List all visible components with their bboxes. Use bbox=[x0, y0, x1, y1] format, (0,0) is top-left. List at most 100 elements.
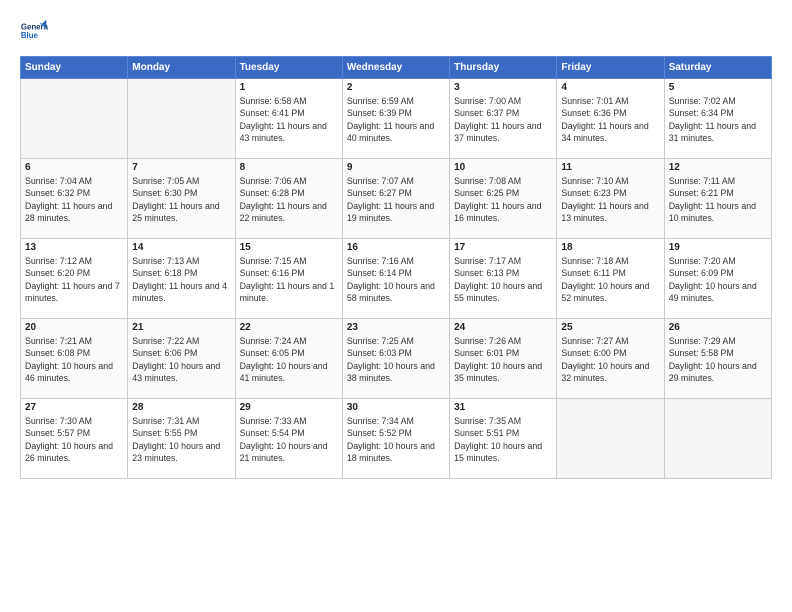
day-number: 21 bbox=[132, 322, 230, 333]
calendar-cell: 26 Sunrise: 7:29 AMSunset: 5:58 PMDayligh… bbox=[664, 319, 771, 399]
day-number: 17 bbox=[454, 242, 552, 253]
calendar-cell: 19 Sunrise: 7:20 AMSunset: 6:09 PMDayligh… bbox=[664, 239, 771, 319]
generalblue-icon: General Blue bbox=[20, 18, 48, 46]
calendar-week-1: 1 Sunrise: 6:58 AMSunset: 6:41 PMDaylight… bbox=[21, 79, 772, 159]
day-number: 26 bbox=[669, 322, 767, 333]
day-info: Sunrise: 7:11 AMSunset: 6:21 PMDaylight:… bbox=[669, 175, 767, 224]
calendar-cell: 9 Sunrise: 7:07 AMSunset: 6:27 PMDaylight… bbox=[342, 159, 449, 239]
day-info: Sunrise: 7:18 AMSunset: 6:11 PMDaylight:… bbox=[561, 255, 659, 304]
calendar-cell: 31Sunrise: 7:35 AMSunset: 5:51 PMDayligh… bbox=[450, 399, 557, 479]
calendar-cell: 11Sunrise: 7:10 AMSunset: 6:23 PMDayligh… bbox=[557, 159, 664, 239]
calendar-cell: 25Sunrise: 7:27 AMSunset: 6:00 PMDayligh… bbox=[557, 319, 664, 399]
calendar-cell bbox=[557, 399, 664, 479]
day-info: Sunrise: 7:22 AMSunset: 6:06 PMDaylight:… bbox=[132, 335, 230, 384]
calendar-cell: 23 Sunrise: 7:25 AMSunset: 6:03 PMDayligh… bbox=[342, 319, 449, 399]
calendar-cell: 18 Sunrise: 7:18 AMSunset: 6:11 PMDayligh… bbox=[557, 239, 664, 319]
calendar-cell: 22 Sunrise: 7:24 AMSunset: 6:05 PMDayligh… bbox=[235, 319, 342, 399]
calendar-week-5: 27 Sunrise: 7:30 AMSunset: 5:57 PMDayligh… bbox=[21, 399, 772, 479]
calendar-week-2: 6Sunrise: 7:04 AMSunset: 6:32 PMDaylight… bbox=[21, 159, 772, 239]
day-number: 16 bbox=[347, 242, 445, 253]
header: General Blue bbox=[20, 18, 772, 46]
day-info: Sunrise: 7:30 AMSunset: 5:57 PMDaylight:… bbox=[25, 415, 123, 464]
day-number: 23 bbox=[347, 322, 445, 333]
calendar-cell bbox=[128, 79, 235, 159]
calendar-cell: 29 Sunrise: 7:33 AMSunset: 5:54 PMDayligh… bbox=[235, 399, 342, 479]
svg-text:Blue: Blue bbox=[21, 31, 39, 40]
weekday-header-monday: Monday bbox=[128, 57, 235, 79]
day-info: Sunrise: 7:16 AMSunset: 6:14 PMDaylight:… bbox=[347, 255, 445, 304]
day-info: Sunrise: 7:20 AMSunset: 6:09 PMDaylight:… bbox=[669, 255, 767, 304]
day-info: Sunrise: 7:21 AMSunset: 6:08 PMDaylight:… bbox=[25, 335, 123, 384]
day-number: 5 bbox=[669, 82, 767, 93]
day-number: 19 bbox=[669, 242, 767, 253]
day-number: 28 bbox=[132, 402, 230, 413]
day-number: 8 bbox=[240, 162, 338, 173]
calendar-cell bbox=[664, 399, 771, 479]
calendar-cell: 3 Sunrise: 7:00 AMSunset: 6:37 PMDaylight… bbox=[450, 79, 557, 159]
day-info: Sunrise: 7:34 AMSunset: 5:52 PMDaylight:… bbox=[347, 415, 445, 464]
day-number: 24 bbox=[454, 322, 552, 333]
day-number: 1 bbox=[240, 82, 338, 93]
calendar-cell: 20 Sunrise: 7:21 AMSunset: 6:08 PMDayligh… bbox=[21, 319, 128, 399]
weekday-header-thursday: Thursday bbox=[450, 57, 557, 79]
day-number: 7 bbox=[132, 162, 230, 173]
day-number: 29 bbox=[240, 402, 338, 413]
day-info: Sunrise: 7:05 AMSunset: 6:30 PMDaylight:… bbox=[132, 175, 230, 224]
calendar-cell: 14Sunrise: 7:13 AMSunset: 6:18 PMDayligh… bbox=[128, 239, 235, 319]
day-info: Sunrise: 6:59 AMSunset: 6:39 PMDaylight:… bbox=[347, 95, 445, 144]
calendar-cell: 8 Sunrise: 7:06 AMSunset: 6:28 PMDaylight… bbox=[235, 159, 342, 239]
day-info: Sunrise: 7:07 AMSunset: 6:27 PMDaylight:… bbox=[347, 175, 445, 224]
calendar-cell: 21 Sunrise: 7:22 AMSunset: 6:06 PMDayligh… bbox=[128, 319, 235, 399]
calendar-header-row: SundayMondayTuesdayWednesdayThursdayFrid… bbox=[21, 57, 772, 79]
calendar-cell: 6Sunrise: 7:04 AMSunset: 6:32 PMDaylight… bbox=[21, 159, 128, 239]
day-info: Sunrise: 7:29 AMSunset: 5:58 PMDaylight:… bbox=[669, 335, 767, 384]
calendar-cell: 1 Sunrise: 6:58 AMSunset: 6:41 PMDaylight… bbox=[235, 79, 342, 159]
day-number: 2 bbox=[347, 82, 445, 93]
calendar-week-3: 13 Sunrise: 7:12 AMSunset: 6:20 PMDayligh… bbox=[21, 239, 772, 319]
day-number: 9 bbox=[347, 162, 445, 173]
day-info: Sunrise: 7:15 AMSunset: 6:16 PMDaylight:… bbox=[240, 255, 338, 304]
day-info: Sunrise: 6:58 AMSunset: 6:41 PMDaylight:… bbox=[240, 95, 338, 144]
day-number: 30 bbox=[347, 402, 445, 413]
day-info: Sunrise: 7:24 AMSunset: 6:05 PMDaylight:… bbox=[240, 335, 338, 384]
day-number: 6 bbox=[25, 162, 123, 173]
calendar-cell: 15 Sunrise: 7:15 AMSunset: 6:16 PMDayligh… bbox=[235, 239, 342, 319]
day-info: Sunrise: 7:01 AMSunset: 6:36 PMDaylight:… bbox=[561, 95, 659, 144]
weekday-header-sunday: Sunday bbox=[21, 57, 128, 79]
day-number: 22 bbox=[240, 322, 338, 333]
calendar-week-4: 20 Sunrise: 7:21 AMSunset: 6:08 PMDayligh… bbox=[21, 319, 772, 399]
calendar-cell: 30 Sunrise: 7:34 AMSunset: 5:52 PMDayligh… bbox=[342, 399, 449, 479]
day-number: 3 bbox=[454, 82, 552, 93]
day-info: Sunrise: 7:08 AMSunset: 6:25 PMDaylight:… bbox=[454, 175, 552, 224]
calendar-cell: 16 Sunrise: 7:16 AMSunset: 6:14 PMDayligh… bbox=[342, 239, 449, 319]
calendar-cell: 13 Sunrise: 7:12 AMSunset: 6:20 PMDayligh… bbox=[21, 239, 128, 319]
day-info: Sunrise: 7:33 AMSunset: 5:54 PMDaylight:… bbox=[240, 415, 338, 464]
weekday-header-friday: Friday bbox=[557, 57, 664, 79]
weekday-header-wednesday: Wednesday bbox=[342, 57, 449, 79]
day-info: Sunrise: 7:17 AMSunset: 6:13 PMDaylight:… bbox=[454, 255, 552, 304]
day-number: 27 bbox=[25, 402, 123, 413]
day-number: 20 bbox=[25, 322, 123, 333]
day-info: Sunrise: 7:13 AMSunset: 6:18 PMDaylight:… bbox=[132, 255, 230, 304]
logo: General Blue bbox=[20, 18, 52, 46]
day-number: 13 bbox=[25, 242, 123, 253]
day-info: Sunrise: 7:06 AMSunset: 6:28 PMDaylight:… bbox=[240, 175, 338, 224]
day-info: Sunrise: 7:25 AMSunset: 6:03 PMDaylight:… bbox=[347, 335, 445, 384]
calendar-cell bbox=[21, 79, 128, 159]
calendar-cell: 7 Sunrise: 7:05 AMSunset: 6:30 PMDaylight… bbox=[128, 159, 235, 239]
calendar-cell: 28Sunrise: 7:31 AMSunset: 5:55 PMDayligh… bbox=[128, 399, 235, 479]
day-number: 4 bbox=[561, 82, 659, 93]
day-info: Sunrise: 7:00 AMSunset: 6:37 PMDaylight:… bbox=[454, 95, 552, 144]
day-number: 31 bbox=[454, 402, 552, 413]
calendar-cell: 2 Sunrise: 6:59 AMSunset: 6:39 PMDaylight… bbox=[342, 79, 449, 159]
day-info: Sunrise: 7:12 AMSunset: 6:20 PMDaylight:… bbox=[25, 255, 123, 304]
calendar-cell: 27 Sunrise: 7:30 AMSunset: 5:57 PMDayligh… bbox=[21, 399, 128, 479]
calendar-cell: 17 Sunrise: 7:17 AMSunset: 6:13 PMDayligh… bbox=[450, 239, 557, 319]
day-number: 15 bbox=[240, 242, 338, 253]
weekday-header-saturday: Saturday bbox=[664, 57, 771, 79]
calendar-cell: 5Sunrise: 7:02 AMSunset: 6:34 PMDaylight… bbox=[664, 79, 771, 159]
day-number: 11 bbox=[561, 162, 659, 173]
calendar-cell: 4 Sunrise: 7:01 AMSunset: 6:36 PMDaylight… bbox=[557, 79, 664, 159]
calendar-cell: 10Sunrise: 7:08 AMSunset: 6:25 PMDayligh… bbox=[450, 159, 557, 239]
day-number: 18 bbox=[561, 242, 659, 253]
